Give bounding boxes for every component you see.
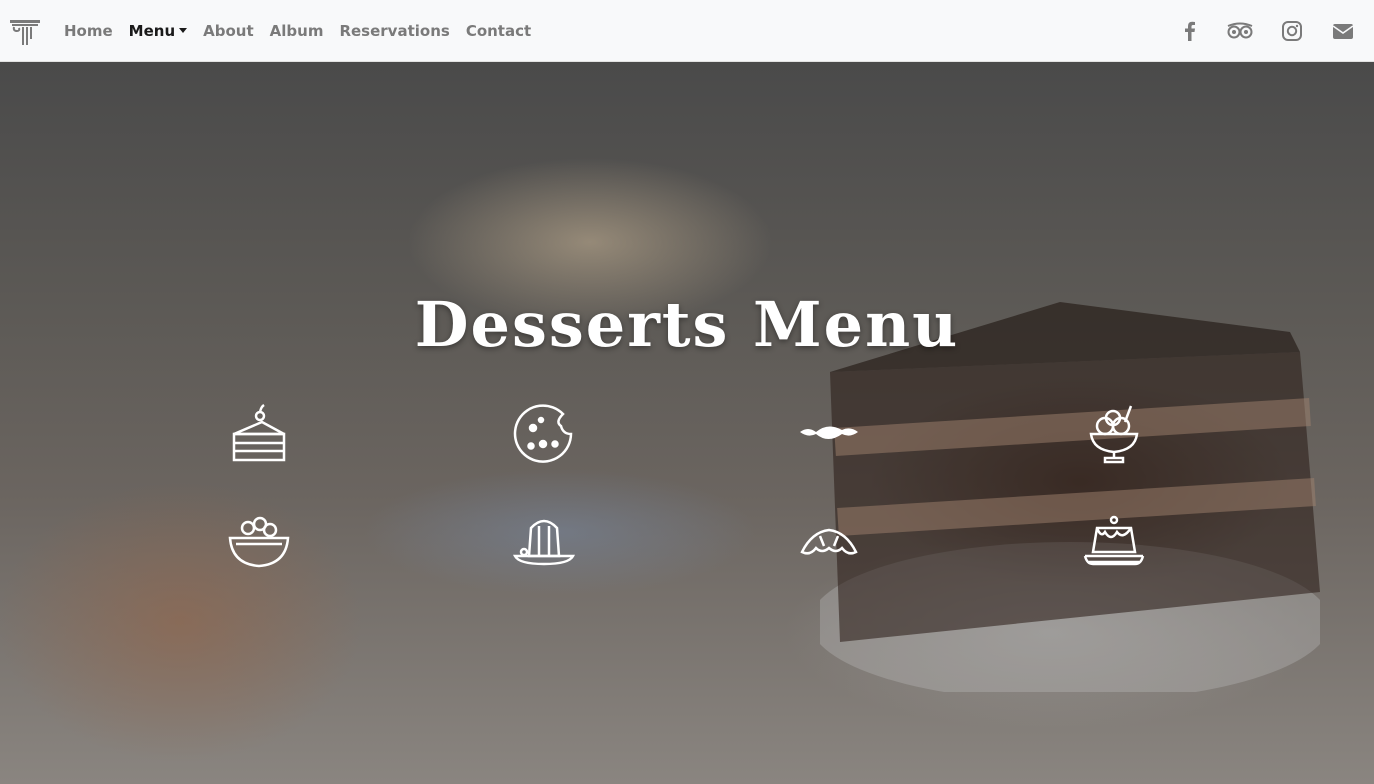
nav-home[interactable]: Home (56, 22, 121, 40)
instagram-icon[interactable] (1280, 20, 1304, 42)
nav-menu-dropdown[interactable]: Menu (121, 22, 195, 40)
chevron-down-icon (179, 28, 188, 33)
nav-links: Home Menu About Album Reservations Conta… (56, 0, 539, 62)
tripadvisor-icon[interactable] (1226, 20, 1254, 42)
nav-about[interactable]: About (195, 22, 262, 40)
flan-icon[interactable] (1083, 512, 1145, 574)
facebook-icon[interactable] (1178, 20, 1202, 42)
cookie-icon[interactable] (513, 404, 575, 466)
hero-section: Desserts Menu (0, 62, 1374, 784)
nav-reservations[interactable]: Reservations (331, 22, 457, 40)
nav-contact[interactable]: Contact (458, 22, 539, 40)
ice-cream-sundae-icon[interactable] (1083, 404, 1145, 466)
jelly-pudding-icon[interactable] (513, 512, 575, 574)
croissant-icon[interactable] (798, 512, 860, 574)
page-title: Desserts Menu (414, 288, 960, 361)
fruit-bowl-icon[interactable] (228, 512, 290, 574)
cake-slice-icon[interactable] (228, 404, 290, 466)
nav-album[interactable]: Album (262, 22, 332, 40)
envelope-icon[interactable] (1331, 20, 1355, 42)
candy-icon[interactable] (798, 404, 860, 466)
column-logo-icon[interactable] (9, 18, 41, 48)
navbar: Home Menu About Album Reservations Conta… (0, 0, 1374, 62)
nav-menu-label: Menu (128, 22, 176, 40)
